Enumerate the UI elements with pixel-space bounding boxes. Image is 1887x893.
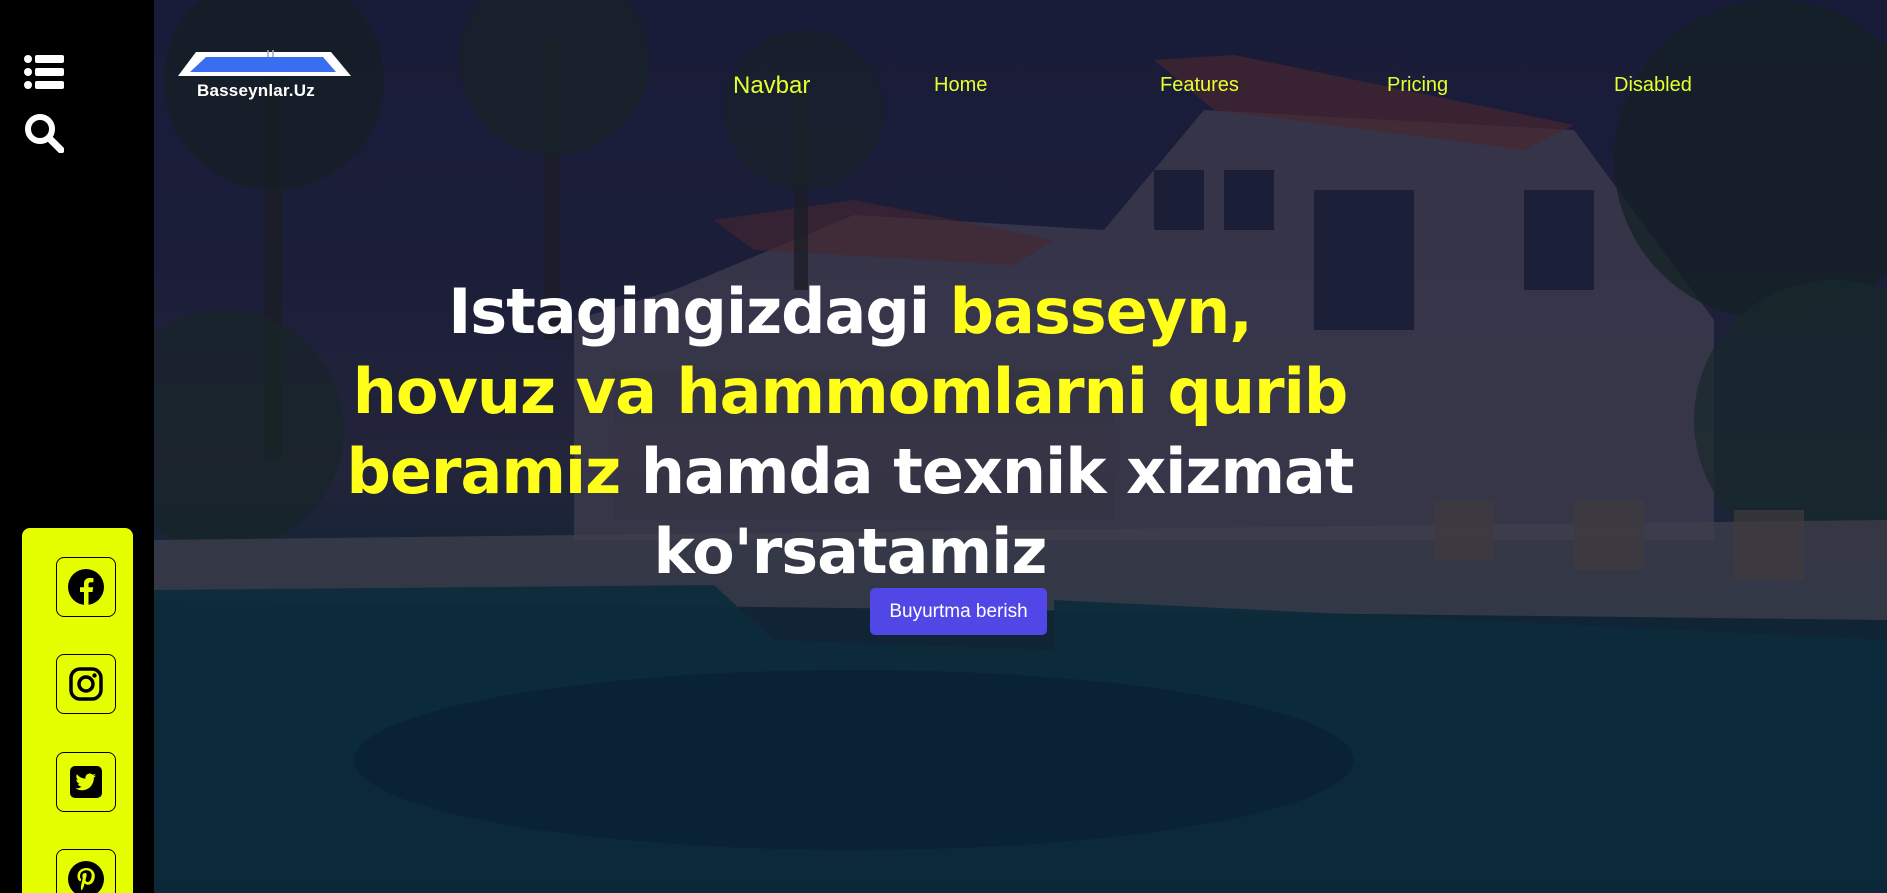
- instagram-icon[interactable]: [56, 654, 116, 714]
- site-logo[interactable]: Basseynlar.Uz: [176, 48, 354, 106]
- nav-link-features[interactable]: Features: [1160, 74, 1239, 97]
- navbar-brand[interactable]: Navbar: [733, 72, 810, 100]
- nav-link-pricing[interactable]: Pricing: [1387, 74, 1448, 97]
- social-links-panel: [22, 528, 133, 893]
- headline-part-1: Istagingizdagi: [448, 275, 950, 348]
- nav-link-disabled: Disabled: [1614, 74, 1692, 96]
- search-icon[interactable]: [24, 113, 64, 153]
- order-button[interactable]: Buyurtma berish: [870, 588, 1047, 635]
- logo-text: Basseynlar.Uz: [197, 81, 315, 100]
- hero-section: Basseynlar.Uz Navbar Home Features Prici…: [154, 0, 1887, 893]
- twitter-icon[interactable]: [56, 752, 116, 812]
- pool-logo-icon: [178, 50, 351, 76]
- list-icon[interactable]: [24, 52, 64, 92]
- headline-part-2: hamda texnik xizmat ko'rsatamiz: [620, 435, 1355, 588]
- nav-link-home[interactable]: Home: [934, 74, 987, 97]
- sidebar: [0, 0, 154, 893]
- hero-headline: Istagingizdagi basseyn, hovuz va hammoml…: [340, 272, 1360, 592]
- pinterest-icon[interactable]: [56, 849, 116, 893]
- facebook-icon[interactable]: [56, 557, 116, 617]
